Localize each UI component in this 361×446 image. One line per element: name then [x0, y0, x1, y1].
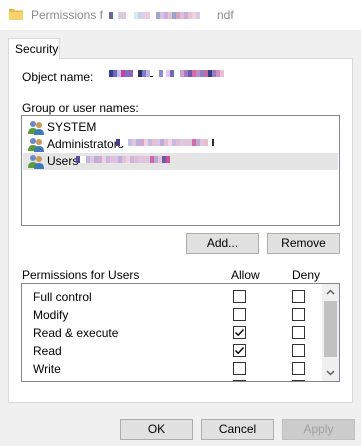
allow-checkbox-write[interactable]: [233, 362, 246, 375]
permission-name: Modify: [33, 308, 69, 322]
list-item-label: Users: [47, 154, 79, 168]
checkmark-icon: [235, 347, 245, 355]
permission-row-read-execute: Read & execute: [22, 324, 324, 342]
title-bar: Permissions f ndf: [0, 0, 361, 30]
redacted-admin-domain: [116, 139, 214, 146]
deny-checkbox-write[interactable]: [292, 362, 305, 375]
permission-name: Read & execute: [33, 326, 119, 340]
deny-checkbox-modify[interactable]: [292, 308, 305, 321]
allow-column-header: Allow: [231, 268, 260, 282]
users-icon: [28, 155, 44, 169]
deny-checkbox-next[interactable]: [292, 380, 305, 381]
redacted-object-name: [109, 70, 224, 77]
allow-checkbox-full-control[interactable]: [233, 290, 246, 303]
users-icon: [28, 138, 44, 152]
window-title-prefix: Permissions f: [31, 8, 104, 22]
permission-name: Write: [33, 362, 61, 376]
window-title-suffix: ndf: [217, 8, 234, 22]
folder-icon: [9, 9, 23, 20]
list-item-label: SYSTEM: [47, 120, 97, 134]
permission-row-write: Write: [22, 360, 324, 378]
permission-row-modify: Modify: [22, 306, 324, 324]
remove-button[interactable]: Remove: [267, 233, 340, 254]
deny-checkbox-read[interactable]: [292, 344, 305, 357]
allow-checkbox-modify[interactable]: [233, 308, 246, 321]
user-listbox[interactable]: SYSTEM Administrators Users: [21, 115, 340, 226]
deny-checkbox-full-control[interactable]: [292, 290, 305, 303]
ok-button[interactable]: OK: [120, 419, 193, 440]
permissions-for-users-label: Permissions for Users: [22, 268, 140, 282]
window-title: Permissions f: [31, 8, 103, 22]
list-item-label: Administrators: [47, 137, 124, 151]
checkmark-icon: [235, 329, 245, 337]
redacted-title: [109, 12, 200, 19]
allow-checkbox-read-execute[interactable]: [233, 326, 246, 339]
allow-checkbox-next[interactable]: [233, 380, 246, 381]
permissions-list: Full control Modify Read & execute Read …: [21, 283, 340, 382]
permissions-scrollbar[interactable]: [322, 284, 339, 381]
group-or-user-names-label: Group or user names:: [22, 101, 139, 115]
scrollbar-thumb[interactable]: [324, 301, 337, 357]
list-item-users[interactable]: Users: [23, 153, 338, 170]
list-item-system[interactable]: SYSTEM: [23, 119, 338, 136]
apply-button[interactable]: Apply: [282, 419, 355, 440]
object-name-label: Object name:: [22, 70, 94, 84]
users-icon: [28, 121, 44, 135]
add-button[interactable]: Add...: [186, 233, 259, 254]
scroll-down-icon[interactable]: [325, 367, 336, 378]
permission-row-full-control: Full control: [22, 288, 324, 306]
tab-security[interactable]: Security: [8, 38, 60, 59]
deny-column-header: Deny: [292, 268, 321, 282]
permission-row-read: Read: [22, 342, 324, 360]
permission-name: Full control: [33, 290, 92, 304]
redacted-users-domain: [76, 156, 170, 163]
permission-row-partial: [22, 378, 324, 381]
cancel-button[interactable]: Cancel: [201, 419, 274, 440]
allow-checkbox-read[interactable]: [233, 344, 246, 357]
scroll-up-icon[interactable]: [325, 287, 336, 298]
deny-checkbox-read-execute[interactable]: [292, 326, 305, 339]
permission-name: Read: [33, 344, 62, 358]
